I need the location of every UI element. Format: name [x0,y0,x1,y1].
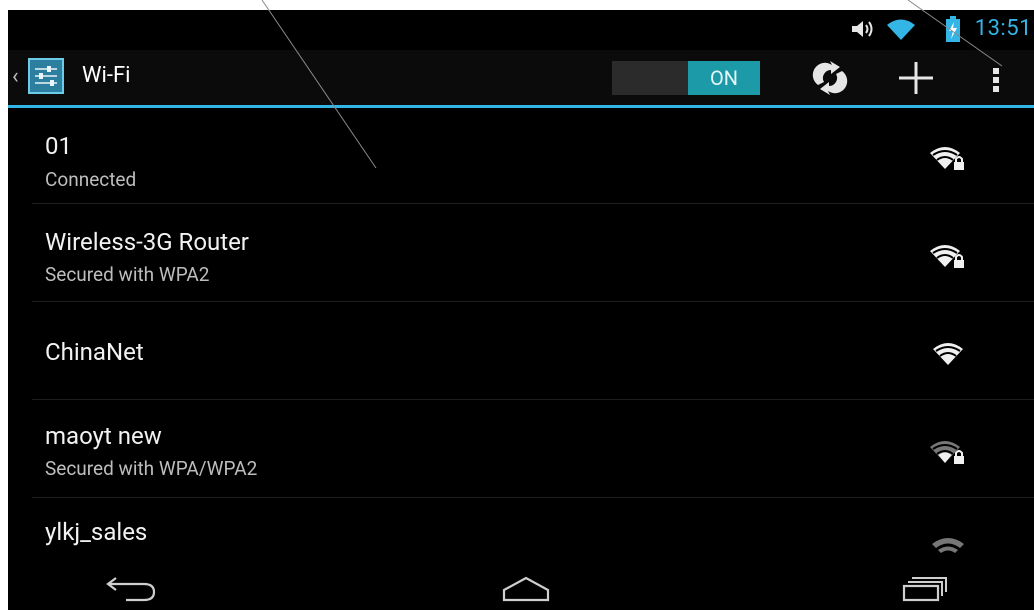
page-title: Wi-Fi [82,63,131,88]
network-row-ylkj-sales[interactable]: ylkj_sales [32,498,1034,558]
settings-app-icon[interactable] [28,58,64,94]
recent-apps-icon[interactable] [898,572,954,608]
network-name: Wireless-3G Router [45,228,249,256]
overflow-menu-button[interactable] [980,58,1010,98]
toggle-on-label: ON [688,61,760,95]
network-name: maoyt new [45,422,162,450]
network-status: Secured with WPA/WPA2 [45,457,258,480]
battery-charging-icon [946,16,960,46]
network-name: ChinaNet [45,338,144,366]
device-screen: 13:51 ‹ Wi-Fi ON 01 Connected Wireless-3… [8,10,1034,610]
wifi-lock-icon [928,142,968,178]
wifi-lock-icon [928,436,968,472]
overflow-menu-icon [980,68,1010,102]
home-icon[interactable] [498,572,554,608]
action-bar: ‹ Wi-Fi ON [8,50,1034,108]
network-row-wireless-3g-router[interactable]: Wireless-3G Router Secured with WPA2 [32,204,1034,302]
up-caret-icon[interactable]: ‹ [12,66,19,88]
wps-icon [808,61,852,102]
clock: 13:51 [974,16,1032,41]
back-icon[interactable] [104,572,160,608]
status-bar: 13:51 [8,10,1034,50]
network-row-maoyt-new[interactable]: maoyt new Secured with WPA/WPA2 [32,400,1034,498]
network-row-01[interactable]: 01 Connected [32,106,1034,204]
wifi-toggle[interactable]: ON [612,61,760,95]
network-row-chinanet[interactable]: ChinaNet [32,302,1034,400]
wifi-signal-icon [928,338,968,374]
add-network-icon [894,62,938,102]
network-list: 01 Connected Wireless-3G Router Secured … [32,106,1034,558]
network-status: Secured with WPA2 [45,263,210,286]
volume-icon [850,18,876,44]
network-name: 01 [45,132,72,160]
add-network-button[interactable] [894,58,938,98]
wifi-signal-icon [886,18,916,46]
wifi-lock-icon [928,240,968,276]
network-name: ylkj_sales [45,518,148,546]
navigation-bar [8,566,1034,610]
wps-button[interactable] [808,58,852,98]
wifi-weak-icon [928,534,968,560]
network-status: Connected [45,168,137,191]
